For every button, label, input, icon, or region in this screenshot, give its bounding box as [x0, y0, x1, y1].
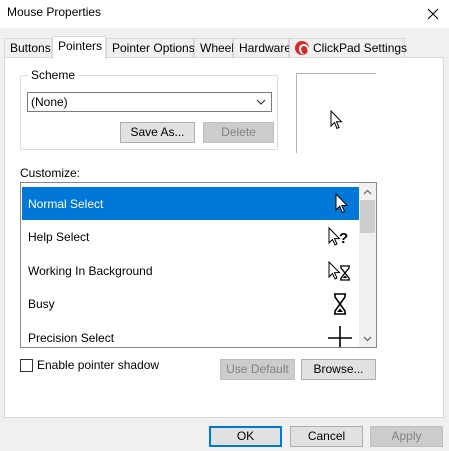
tab-label: Pointers	[58, 39, 103, 53]
pointers-panel: Scheme (None) Save As... Delete Customiz…	[4, 57, 444, 418]
crosshair-icon	[328, 326, 352, 347]
chevron-down-icon	[255, 93, 267, 111]
chevron-down-icon	[363, 336, 372, 341]
close-button[interactable]	[417, 0, 449, 28]
apply-button[interactable]: Apply	[370, 426, 443, 447]
window-title: Mouse Properties	[7, 5, 102, 19]
list-item-label: Working In Background	[28, 264, 153, 278]
svg-text:?: ?	[339, 230, 348, 247]
list-item-normal-select[interactable]: Normal Select	[22, 187, 359, 220]
enable-shadow-checkbox[interactable]	[20, 359, 33, 372]
title-bar: Mouse Properties	[0, 0, 449, 28]
use-default-button[interactable]: Use Default	[220, 359, 295, 380]
ok-button[interactable]: OK	[209, 426, 282, 447]
scroll-up-button[interactable]	[359, 183, 376, 200]
tab-label: ClickPad Settings	[313, 41, 408, 55]
cursor-preview	[296, 73, 376, 153]
arrow-cursor-icon	[330, 110, 343, 130]
scroll-down-button[interactable]	[359, 330, 376, 347]
list-item-working-in-background[interactable]: Working In Background	[22, 254, 359, 287]
list-scrollbar[interactable]	[359, 183, 376, 347]
tab-pointer-options[interactable]: Pointer Options	[106, 38, 195, 58]
tab-hardware[interactable]: Hardware	[233, 38, 292, 58]
tab-strip: Buttons Pointers Pointer Options Wheel H…	[4, 36, 444, 59]
cancel-label: Cancel	[307, 429, 346, 443]
scheme-selected-value: (None)	[31, 95, 68, 109]
tab-label: Wheel	[200, 41, 235, 55]
tab-pointers[interactable]: Pointers	[52, 36, 106, 59]
list-item-help-select[interactable]: Help Select ?	[22, 220, 359, 253]
save-as-button[interactable]: Save As...	[120, 122, 195, 143]
hourglass-icon	[334, 293, 346, 315]
clickpad-icon	[295, 41, 309, 55]
tab-buttons[interactable]: Buttons	[4, 38, 52, 58]
list-item-precision-select[interactable]: Precision Select	[22, 321, 359, 347]
scheme-dropdown[interactable]: (None)	[27, 92, 272, 112]
delete-label: Delete	[221, 125, 256, 139]
tab-label: Pointer Options	[112, 41, 195, 55]
chevron-up-icon	[363, 189, 372, 194]
help-cursor-icon: ?	[328, 226, 348, 247]
close-icon	[427, 8, 439, 20]
tab-label: Buttons	[10, 41, 51, 55]
list-item-label: Normal Select	[28, 197, 104, 211]
use-default-label: Use Default	[226, 362, 289, 376]
customize-label: Customize:	[20, 166, 81, 180]
tab-clickpad-settings[interactable]: ClickPad Settings	[289, 38, 408, 58]
working-cursor-icon	[328, 260, 350, 281]
cursor-list[interactable]: Normal Select Help Select ? Working In B…	[20, 182, 377, 348]
scheme-legend: Scheme	[28, 68, 79, 82]
list-item-label: Precision Select	[28, 331, 115, 345]
list-item-label: Busy	[28, 297, 55, 311]
cancel-button[interactable]: Cancel	[290, 426, 363, 447]
save-as-label: Save As...	[130, 125, 185, 139]
ok-label: OK	[236, 429, 255, 443]
list-item-busy[interactable]: Busy	[22, 287, 359, 320]
list-item-label: Help Select	[28, 230, 90, 244]
tab-wheel[interactable]: Wheel	[194, 38, 235, 58]
tab-label: Hardware	[239, 41, 292, 55]
browse-button[interactable]: Browse...	[301, 359, 376, 380]
delete-button[interactable]: Delete	[203, 122, 274, 143]
scroll-thumb[interactable]	[360, 200, 375, 233]
apply-label: Apply	[391, 429, 422, 443]
scheme-group: Scheme (None) Save As... Delete	[20, 68, 278, 150]
browse-label: Browse...	[313, 362, 364, 376]
arrow-cursor-icon	[335, 192, 349, 214]
enable-shadow-label: Enable pointer shadow	[37, 358, 160, 372]
